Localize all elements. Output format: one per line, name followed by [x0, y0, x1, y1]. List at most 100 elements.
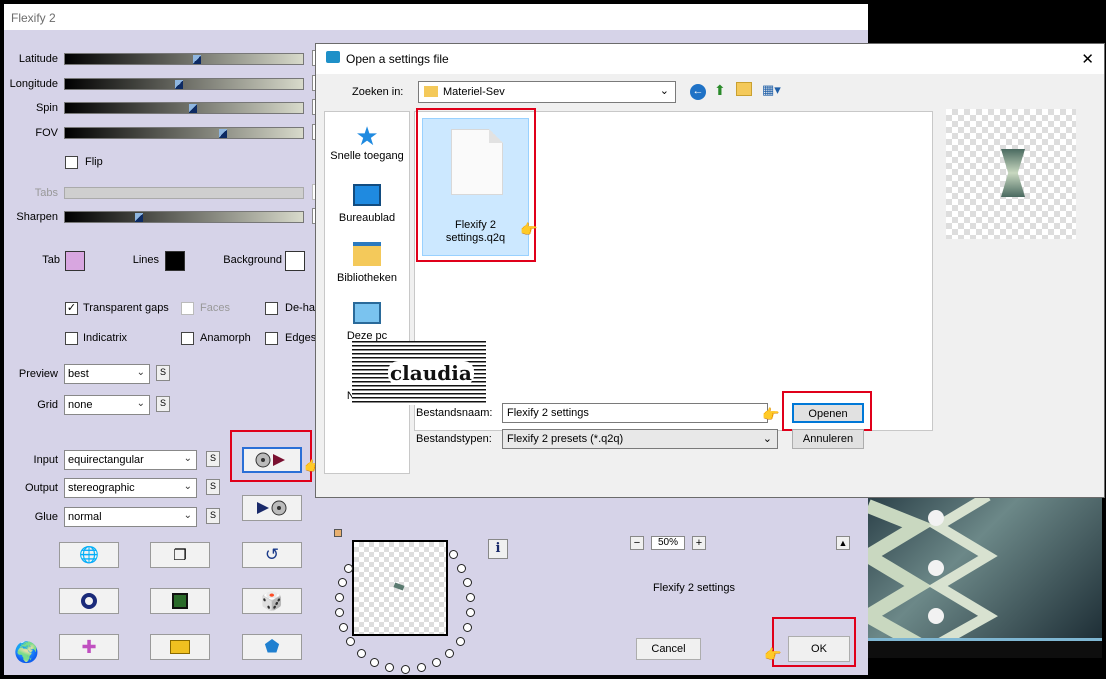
dial-dot[interactable]	[344, 564, 353, 573]
sharpen-label: Sharpen	[16, 211, 58, 223]
view-menu-icon[interactable]: ▦▾	[762, 82, 781, 98]
corner-handle[interactable]	[334, 529, 342, 537]
fov-label: FOV	[35, 127, 58, 139]
frame-button[interactable]	[150, 588, 210, 614]
slider-thumb[interactable]	[175, 80, 183, 89]
dial-dot[interactable]	[335, 593, 344, 602]
slider-thumb[interactable]	[135, 213, 143, 222]
cancel-dialog-button[interactable]: Annuleren	[792, 429, 864, 449]
up-folder-icon[interactable]: ⬆	[714, 82, 726, 99]
load-settings-button[interactable]	[242, 447, 302, 473]
chevron-down-icon: ⌄	[183, 510, 192, 521]
filetype-select[interactable]: Flexify 2 presets (*.q2q) ⌄	[502, 429, 778, 449]
place-this-pc[interactable]: Deze pc	[325, 302, 409, 342]
preview-select[interactable]: best ⌄	[64, 364, 150, 384]
preview-select-value: best	[68, 368, 89, 380]
save-settings-button[interactable]	[242, 495, 302, 521]
pentagon-button[interactable]: ⬟	[242, 634, 302, 660]
block-button[interactable]	[150, 634, 210, 660]
cancel-button[interactable]: Cancel	[636, 638, 701, 660]
grid-label: Grid	[37, 399, 58, 411]
transparent-gaps-checkbox[interactable]: ✓	[65, 302, 78, 315]
open-settings-dialog: Open a settings file ✕ Zoeken in: Materi…	[315, 43, 1105, 498]
slider-thumb[interactable]	[219, 129, 227, 138]
background-image	[868, 496, 1102, 644]
dial-dot[interactable]	[445, 649, 454, 658]
dial-dot[interactable]	[449, 550, 458, 559]
place-label: Snelle toegang	[330, 150, 404, 162]
small-preview[interactable]	[352, 540, 448, 636]
dice-button[interactable]: 🎲	[242, 588, 302, 614]
dial-dot[interactable]	[466, 593, 475, 602]
sharpen-slider[interactable]	[64, 211, 304, 223]
place-desktop[interactable]: Bureaublad	[325, 184, 409, 224]
lines-color-swatch[interactable]	[165, 251, 185, 271]
glue-select[interactable]: normal ⌄	[64, 507, 197, 527]
dial-dot[interactable]	[417, 663, 426, 672]
output-s-button[interactable]: S	[206, 479, 220, 495]
dial-dot[interactable]	[346, 637, 355, 646]
anamorph-checkbox[interactable]	[181, 332, 194, 345]
place-quick-access[interactable]: ★ Snelle toegang	[325, 122, 409, 162]
grid-s-button[interactable]: S	[156, 396, 170, 412]
tab-color-swatch[interactable]	[65, 251, 85, 271]
dial-dot[interactable]	[463, 578, 472, 587]
edges-checkbox[interactable]	[265, 332, 278, 345]
input-select[interactable]: equirectangular ⌄	[64, 450, 197, 470]
dial-dot[interactable]	[456, 637, 465, 646]
dial-dot[interactable]	[463, 623, 472, 632]
dial-dot[interactable]	[385, 663, 394, 672]
chevron-up-icon: ▲	[838, 538, 848, 548]
zoom-in-button[interactable]: +	[692, 536, 706, 550]
edges-label: Edges	[285, 332, 317, 344]
close-icon[interactable]: ✕	[1081, 50, 1094, 68]
dial-dot[interactable]	[338, 578, 347, 587]
dial-dot[interactable]	[401, 665, 410, 674]
ok-button[interactable]: OK	[788, 636, 850, 662]
info-button[interactable]: i	[488, 539, 508, 559]
dial-dot[interactable]	[466, 608, 475, 617]
dial-dot[interactable]	[339, 623, 348, 632]
lookin-select[interactable]: Materiel-Sev ⌄	[418, 81, 676, 103]
open-button[interactable]: Openen	[792, 403, 864, 423]
dehalo-label: De-ha	[285, 302, 315, 314]
preview-shape	[1001, 149, 1025, 197]
grid-select[interactable]: none ⌄	[64, 395, 150, 415]
zigzag-pattern	[868, 496, 998, 644]
filename-input[interactable]: Flexify 2 settings	[502, 403, 768, 423]
slider-thumb[interactable]	[193, 55, 201, 64]
back-icon[interactable]: ←	[690, 84, 706, 100]
glue-s-button[interactable]: S	[206, 508, 220, 524]
output-select[interactable]: stereographic ⌄	[64, 478, 197, 498]
dial-dot[interactable]	[457, 564, 466, 573]
place-libraries[interactable]: Bibliotheken	[325, 242, 409, 284]
spin-slider[interactable]	[64, 102, 304, 114]
folder-icon	[424, 86, 438, 97]
tabs-slider	[64, 187, 304, 199]
dial-dot[interactable]	[357, 649, 366, 658]
place-label: Bibliotheken	[337, 272, 397, 284]
copy-icon: ❐	[173, 547, 187, 564]
cross-button[interactable]: ✚	[59, 634, 119, 660]
random-button[interactable]: 🌐	[59, 542, 119, 568]
ring-button[interactable]	[59, 588, 119, 614]
dial-dot[interactable]	[432, 658, 441, 667]
latitude-slider[interactable]	[64, 53, 304, 65]
zoom-out-button[interactable]: −	[630, 536, 644, 550]
flip-checkbox[interactable]	[65, 156, 78, 169]
copy-button[interactable]: ❐	[150, 542, 210, 568]
dial-dot[interactable]	[370, 658, 379, 667]
new-folder-icon[interactable]	[736, 82, 752, 96]
preview-s-button[interactable]: S	[156, 365, 170, 381]
dehalo-checkbox[interactable]	[265, 302, 278, 315]
dial-dot[interactable]	[335, 608, 344, 617]
indicatrix-checkbox[interactable]	[65, 332, 78, 345]
longitude-slider[interactable]	[64, 78, 304, 90]
place-label: Bureaublad	[338, 212, 396, 224]
background-color-swatch[interactable]	[285, 251, 305, 271]
slider-thumb[interactable]	[189, 104, 197, 113]
input-s-button[interactable]: S	[206, 451, 220, 467]
fov-slider[interactable]	[64, 127, 304, 139]
undo-button[interactable]: ↺	[242, 542, 302, 568]
collapse-button[interactable]: ▲	[836, 536, 850, 550]
